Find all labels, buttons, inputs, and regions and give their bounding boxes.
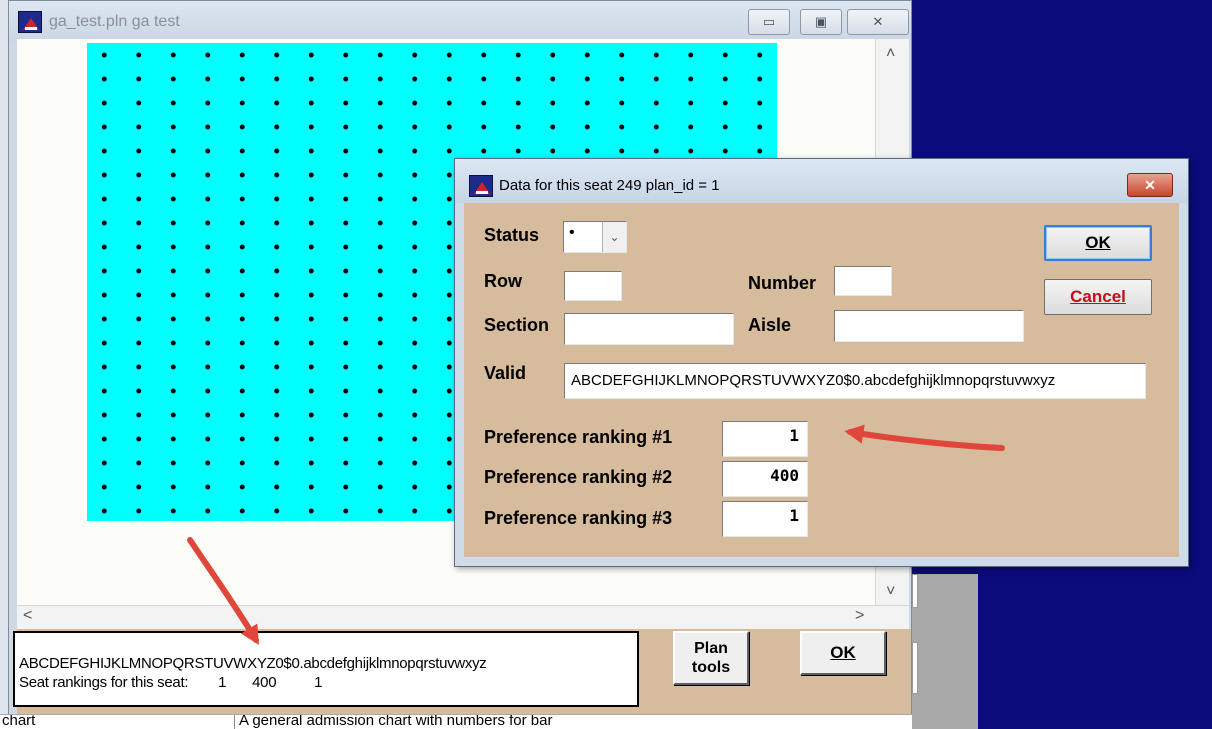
dialog-body: Status • ⌄ Row Number Section Aisle Vali… [464,203,1179,557]
main-titlebar: ga_test.pln ga test ▭ ▣ ✕ [9,1,911,43]
seat-rankings-label: Seat rankings for this seat: [19,674,189,691]
seat-rankings-line: Seat rankings for this seat: 1 400 1 [19,674,637,691]
plan-tools-label-line1: Plan [694,639,728,657]
status-select[interactable]: • ⌄ [563,221,627,253]
plan-tools-button[interactable]: Plan tools [673,631,749,685]
status-select-value: • [569,224,575,241]
dialog-app-icon [469,175,493,197]
app-icon [18,11,42,33]
plan-tools-label-line2: tools [691,659,731,676]
dialog-ok-label: OK [1085,233,1111,252]
background-list-row: chart A general admission chart with num… [0,714,912,729]
pref-ranking-2-label: Preference ranking #2 [484,467,673,487]
minimize-button[interactable]: ▭ [748,9,790,35]
main-ok-button[interactable]: OK [800,631,886,675]
seat-ranking-1: 1 [218,674,227,691]
pref-ranking-1-label: Preference ranking #1 [484,427,673,447]
maximize-button[interactable]: ▣ [800,9,842,35]
section-field[interactable] [564,313,734,345]
background-panel-box [912,642,918,694]
seat-ranking-3: 1 [314,674,323,691]
list-cell-name: chart [2,714,36,729]
window-title: ga_test.pln ga test [49,13,180,30]
background-panel-box [912,574,918,608]
dialog-cancel-button[interactable]: Cancel [1044,279,1152,315]
row-field[interactable] [564,271,622,301]
horizontal-scrollbar[interactable]: < > [17,605,909,629]
background-window-panel [912,574,978,729]
number-field[interactable] [834,266,892,296]
valid-characters-field[interactable]: ABCDEFGHIJKLMNOPQRSTUVWXYZ0$0.abcdefghij… [564,363,1146,399]
section-label: Section [484,315,550,335]
aisle-label: Aisle [748,315,792,335]
pref-ranking-1-field[interactable]: 1 [722,421,808,457]
pref-ranking-3-label: Preference ranking #3 [484,508,673,528]
seat-ranking-2: 400 [252,674,277,691]
minimize-icon: ▭ [762,14,776,29]
pref-ranking-2-field[interactable]: 400 [722,461,808,497]
number-label: Number [748,273,817,293]
row-label: Row [484,271,522,291]
maximize-icon: ▣ [814,14,828,29]
scroll-up-icon[interactable]: ˄ [886,45,895,63]
dialog-titlebar: Data for this seat 249 plan_id = 1 ✕ [455,159,1188,203]
dialog-title: Data for this seat 249 plan_id = 1 [499,177,720,194]
close-icon: ✕ [872,14,884,29]
scroll-right-icon[interactable]: > [855,607,864,625]
scroll-left-icon[interactable]: < [23,607,32,625]
seat-data-dialog: Data for this seat 249 plan_id = 1 ✕ Sta… [454,158,1189,567]
status-info-box: ABCDEFGHIJKLMNOPQRSTUVWXYZ0$0.abcdefghij… [13,631,639,707]
close-button[interactable]: ✕ [847,9,909,35]
dialog-cancel-label: Cancel [1070,287,1126,306]
close-icon: ✕ [1144,176,1156,193]
list-cell-description: A general admission chart with numbers f… [234,715,552,729]
main-ok-label: OK [830,642,856,662]
status-label: Status [484,225,540,245]
dialog-close-button[interactable]: ✕ [1127,173,1173,197]
scroll-down-icon[interactable]: ˅ [886,583,895,601]
valid-label: Valid [484,363,527,383]
dialog-ok-button[interactable]: OK [1044,225,1152,261]
pref-ranking-3-field[interactable]: 1 [722,501,808,537]
valid-characters-text: ABCDEFGHIJKLMNOPQRSTUVWXYZ0$0.abcdefghij… [19,655,487,672]
aisle-field[interactable] [834,310,1024,342]
chevron-down-icon[interactable]: ⌄ [602,222,626,252]
